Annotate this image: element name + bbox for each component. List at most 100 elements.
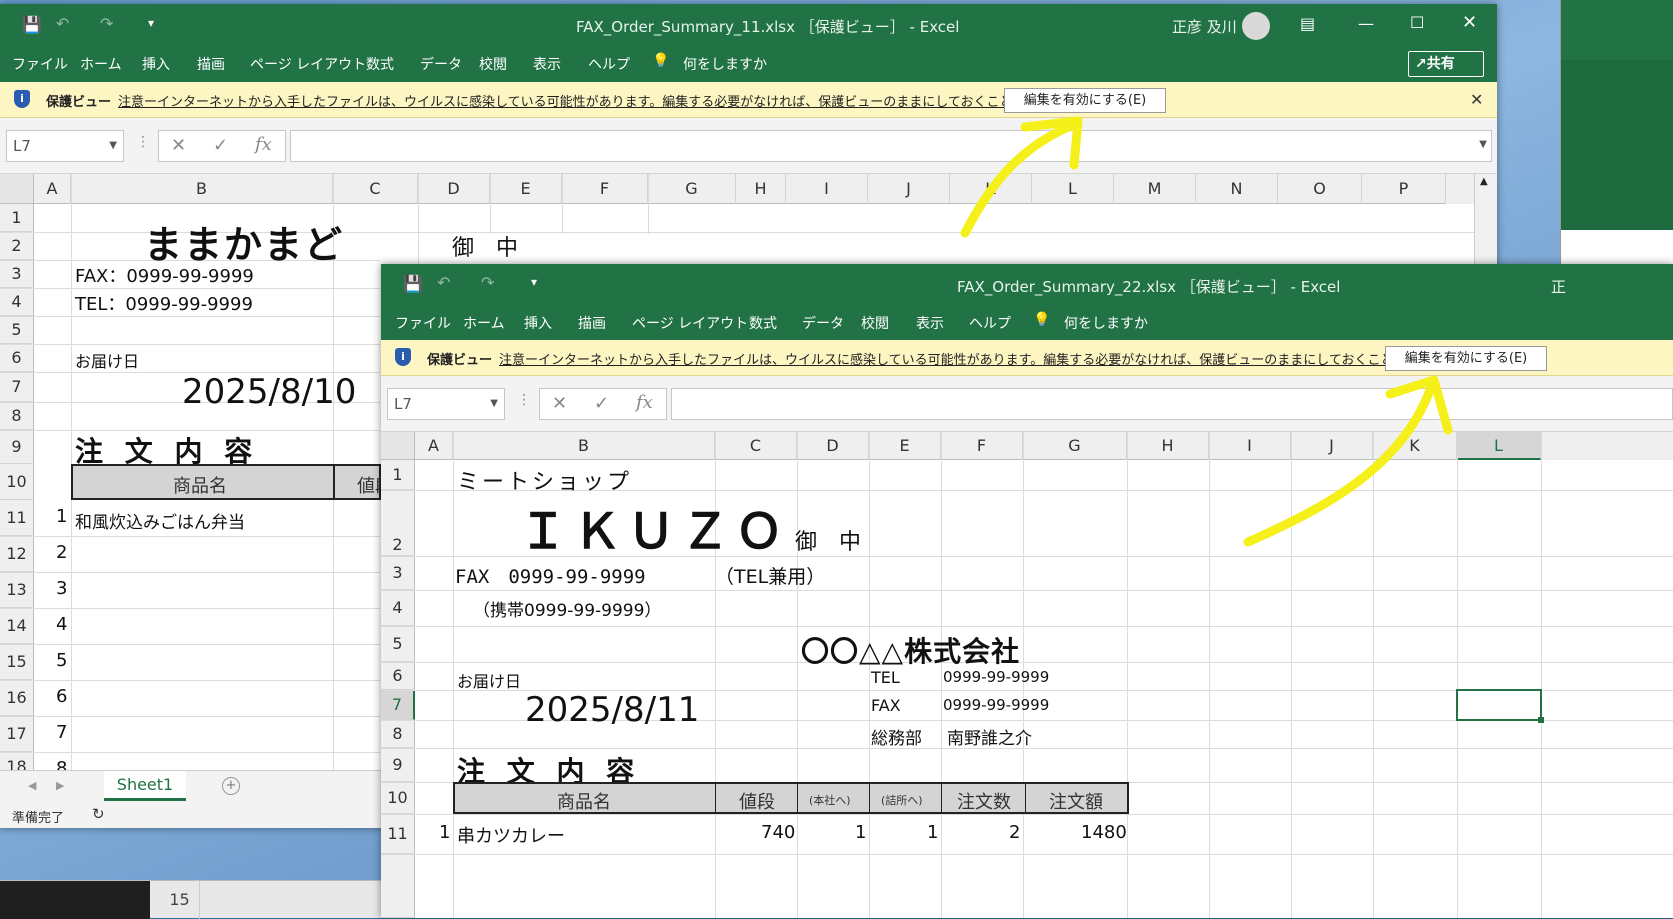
insert-function-icon[interactable]: fx: [255, 134, 272, 155]
close-icon[interactable]: ✕: [1462, 12, 1477, 33]
tab-file[interactable]: ファイル: [12, 54, 68, 74]
row-header[interactable]: 9: [381, 748, 415, 782]
tab-review[interactable]: 校閲: [479, 54, 507, 74]
row-header[interactable]: 6: [0, 344, 34, 372]
undo-icon[interactable]: ↶: [437, 273, 450, 292]
tab-draw[interactable]: 描画: [197, 54, 225, 74]
row-header[interactable]: 4: [381, 590, 415, 626]
row-header[interactable]: 13: [0, 572, 34, 608]
column-header[interactable]: K: [1373, 432, 1457, 460]
cancel-icon[interactable]: ✕: [552, 393, 567, 414]
name-box[interactable]: L7 ▼: [387, 388, 505, 420]
column-header[interactable]: C: [715, 432, 797, 460]
enter-icon[interactable]: ✓: [594, 393, 609, 414]
ribbon-display-icon[interactable]: ▤: [1300, 14, 1315, 33]
row-header[interactable]: 16: [0, 680, 34, 716]
column-header[interactable]: P: [1362, 174, 1446, 204]
tab-page-layout[interactable]: ページ レイアウト: [632, 313, 748, 333]
select-all-button[interactable]: [0, 174, 34, 204]
column-header[interactable]: I: [1209, 432, 1291, 460]
enable-editing-button[interactable]: 編集を有効にする(E): [1385, 346, 1547, 371]
column-header[interactable]: G: [648, 174, 736, 204]
tab-formulas[interactable]: 数式: [749, 313, 777, 333]
column-header[interactable]: H: [736, 174, 786, 204]
protected-view-message[interactable]: 注意ーインターネットから入手したファイルは、ウイルスに感染している可能性がありま…: [118, 91, 1115, 110]
tab-insert[interactable]: 挿入: [524, 313, 552, 333]
minimize-icon[interactable]: —: [1358, 14, 1374, 33]
sheet-tab[interactable]: Sheet1: [104, 771, 186, 801]
column-header[interactable]: J: [868, 174, 950, 204]
column-header[interactable]: A: [415, 432, 453, 460]
save-icon[interactable]: 💾: [403, 274, 423, 293]
column-header[interactable]: M: [1114, 174, 1196, 204]
column-header[interactable]: F: [941, 432, 1023, 460]
column-header[interactable]: I: [786, 174, 868, 204]
accessibility-icon[interactable]: ↻: [92, 805, 105, 823]
worksheet-grid[interactable]: A B C D E F G H I J K L 1 2 3 4 5 6 7 8 …: [381, 432, 1673, 918]
column-header[interactable]: B: [71, 174, 333, 204]
column-header[interactable]: D: [418, 174, 490, 204]
tell-me-search[interactable]: 何をしますか: [1064, 313, 1148, 333]
tab-insert[interactable]: 挿入: [142, 54, 170, 74]
column-header[interactable]: E: [869, 432, 941, 460]
row-header[interactable]: 10: [0, 464, 34, 500]
name-box[interactable]: L7 ▼: [6, 130, 124, 162]
row-header[interactable]: 11: [381, 814, 415, 854]
customize-qat-icon[interactable]: ▾: [531, 275, 537, 289]
row-header[interactable]: 3: [381, 556, 415, 590]
formula-input[interactable]: ▼: [290, 130, 1492, 162]
row-header[interactable]: 3: [0, 260, 34, 288]
row-header[interactable]: 5: [0, 316, 34, 344]
row-header[interactable]: 8: [0, 402, 34, 430]
column-header-selected[interactable]: L: [1457, 432, 1541, 460]
customize-qat-icon[interactable]: ▾: [148, 16, 154, 30]
select-all-button[interactable]: [381, 432, 415, 460]
insert-function-icon[interactable]: fx: [636, 392, 653, 413]
column-header[interactable]: B: [453, 432, 715, 460]
tab-draw[interactable]: 描画: [578, 313, 606, 333]
column-header[interactable]: L: [1032, 174, 1114, 204]
row-header[interactable]: 2: [381, 490, 415, 556]
row-header[interactable]: 14: [0, 608, 34, 644]
cancel-icon[interactable]: ✕: [171, 135, 186, 156]
column-header[interactable]: K: [950, 174, 1032, 204]
column-header[interactable]: H: [1127, 432, 1209, 460]
column-header[interactable]: E: [490, 174, 562, 204]
tab-review[interactable]: 校閲: [861, 313, 889, 333]
row-header[interactable]: 11: [0, 500, 34, 536]
tab-formulas[interactable]: 数式: [366, 54, 394, 74]
row-header[interactable]: 6: [381, 662, 415, 690]
redo-icon[interactable]: ↷: [100, 14, 113, 33]
avatar[interactable]: [1242, 12, 1270, 40]
row-header[interactable]: 7: [0, 372, 34, 402]
row-header[interactable]: 1: [0, 204, 34, 232]
maximize-icon[interactable]: ☐: [1410, 13, 1424, 32]
row-header[interactable]: [381, 854, 415, 918]
row-header[interactable]: 5: [381, 626, 415, 662]
formula-input[interactable]: [671, 388, 1673, 420]
save-icon[interactable]: 💾: [22, 15, 42, 34]
share-button[interactable]: ↗ 共有: [1408, 51, 1484, 77]
tab-help[interactable]: ヘルプ: [588, 54, 630, 74]
row-header[interactable]: 1: [381, 460, 415, 490]
tab-page-layout[interactable]: ページ レイアウト: [250, 54, 366, 74]
scroll-left-icon[interactable]: ◀: [28, 779, 36, 792]
row-header[interactable]: 9: [0, 430, 34, 464]
tab-home[interactable]: ホーム: [463, 313, 505, 333]
row-header[interactable]: 12: [0, 536, 34, 572]
tab-data[interactable]: データ: [802, 313, 844, 333]
column-header[interactable]: G: [1023, 432, 1127, 460]
row-header[interactable]: 10: [381, 782, 415, 814]
tell-me-search[interactable]: 何をしますか: [683, 54, 767, 74]
add-sheet-icon[interactable]: +: [222, 777, 240, 795]
tab-help[interactable]: ヘルプ: [969, 313, 1011, 333]
enter-icon[interactable]: ✓: [213, 135, 228, 156]
close-bar-icon[interactable]: ✕: [1470, 90, 1483, 109]
selected-cell-L7[interactable]: [1456, 689, 1544, 723]
row-header[interactable]: 15: [0, 644, 34, 680]
row-header[interactable]: 2: [0, 232, 34, 260]
column-header[interactable]: J: [1291, 432, 1373, 460]
row-header[interactable]: 4: [0, 288, 34, 316]
column-header[interactable]: O: [1278, 174, 1362, 204]
enable-editing-button[interactable]: 編集を有効にする(E): [1004, 88, 1166, 113]
